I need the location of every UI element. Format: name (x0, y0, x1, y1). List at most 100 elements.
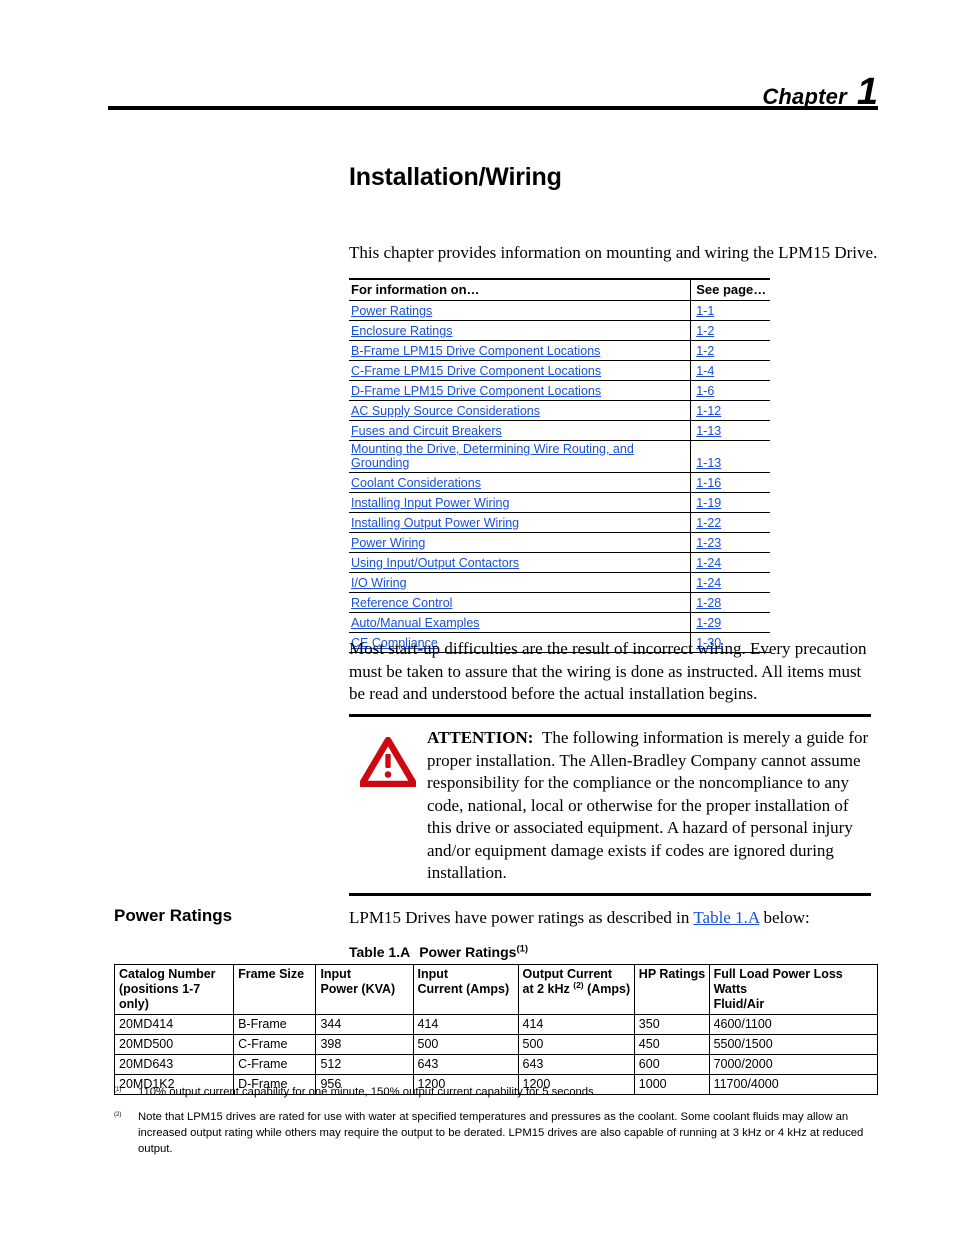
toc-page-cell: 1-6 (690, 380, 770, 401)
header-line-2: (positions 1-7 only) (119, 982, 230, 1012)
toc-topic-link[interactable]: I/O Wiring (351, 576, 407, 590)
power-table-cell: 5500/1500 (708, 1034, 879, 1055)
toc-header-page: See page… (690, 278, 770, 301)
toc-topic-cell: Coolant Considerations (349, 472, 691, 493)
toc-row: D-Frame LPM15 Drive Component Locations 1… (349, 380, 770, 401)
header-line-2-text: Current (Amps) (417, 982, 510, 996)
toc-page-cell: 1-19 (690, 492, 770, 513)
power-table-cell: B-Frame (233, 1014, 317, 1035)
toc-page-link[interactable]: 1-29 (696, 616, 721, 630)
toc-topic-link[interactable]: Power Wiring (351, 536, 425, 550)
table-row: 20MD414 B-Frame 344 414 414 350 4600/1100 (113, 1014, 879, 1035)
toc-topic-cell: Reference Control (349, 592, 691, 613)
table-row: 20MD643 C-Frame 512 643 643 600 7000/2000 (113, 1054, 879, 1075)
table-1a-link[interactable]: Table 1.A (693, 908, 759, 927)
toc-topic-link[interactable]: Mounting the Drive, Determining Wire Rou… (351, 442, 634, 470)
table-caption-title: Power Ratings (419, 944, 517, 960)
power-table-cell: 600 (633, 1054, 710, 1075)
toc-topic-link[interactable]: B-Frame LPM15 Drive Component Locations (351, 344, 600, 358)
power-table-cell: 344 (315, 1014, 414, 1035)
toc-topic-link[interactable]: Fuses and Circuit Breakers (351, 424, 502, 438)
toc-topic-link[interactable]: D-Frame LPM15 Drive Component Locations (351, 384, 601, 398)
power-table-cell: C-Frame (233, 1054, 317, 1075)
toc-topic-link[interactable]: Coolant Considerations (351, 476, 481, 490)
attention-text: ATTENTION: The following information is … (427, 727, 871, 885)
footnote-marker: (2) (114, 1111, 122, 1118)
toc-topic-link[interactable]: Reference Control (351, 596, 452, 610)
power-table-cell: 20MD414 (113, 1014, 235, 1035)
power-ratings-table: Catalog Number (positions 1-7 only) Frame … (113, 964, 879, 1095)
toc-page-link[interactable]: 1-22 (696, 516, 721, 530)
toc-row: Using Input/Output Contactors 1-24 (349, 552, 770, 573)
header-line-2-text: at 2 kHz (522, 982, 574, 996)
toc-page-link[interactable]: 1-23 (696, 536, 721, 550)
toc-topic-cell: C-Frame LPM15 Drive Component Locations (349, 360, 691, 381)
toc-row: I/O Wiring 1-24 (349, 572, 770, 593)
toc-row: Installing Output Power Wiring 1-22 (349, 512, 770, 533)
toc-page-link[interactable]: 1-24 (696, 576, 721, 590)
table-footnotes: (1) 110% output current capability for on… (114, 1084, 880, 1166)
toc-topic-link[interactable]: C-Frame LPM15 Drive Component Locations (351, 364, 601, 378)
toc-topic-cell: Mounting the Drive, Determining Wire Rou… (349, 440, 691, 473)
power-table-header-cell: Input Current (Amps) (412, 964, 519, 1015)
power-table-header-row: Catalog Number (positions 1-7 only) Frame … (113, 964, 879, 1015)
power-table-cell: 512 (315, 1054, 414, 1075)
toc-topic-cell: B-Frame LPM15 Drive Component Locations (349, 340, 691, 361)
toc-page-link[interactable]: 1-19 (696, 496, 721, 510)
toc-topic-link[interactable]: Power Ratings (351, 304, 432, 318)
toc-row: Reference Control 1-28 (349, 592, 770, 613)
toc-row: Mounting the Drive, Determining Wire Rou… (349, 440, 770, 473)
toc-page-link[interactable]: 1-2 (696, 344, 714, 358)
header-line-1: Input (417, 967, 449, 981)
toc-page-cell: 1-12 (690, 400, 770, 421)
toc-topic-cell: I/O Wiring (349, 572, 691, 593)
toc-topic-cell: Installing Input Power Wiring (349, 492, 691, 513)
toc-page-cell: 1-13 (690, 440, 770, 473)
toc-page-link[interactable]: 1-2 (696, 324, 714, 338)
toc-row: B-Frame LPM15 Drive Component Locations 1… (349, 340, 770, 361)
toc-page-link[interactable]: 1-12 (696, 404, 721, 418)
page-title: Installation/Wiring (349, 163, 562, 191)
power-table-cell: 350 (633, 1014, 710, 1035)
footnote-marker: (1) (114, 1086, 122, 1093)
toc-page-link[interactable]: 1-4 (696, 364, 714, 378)
toc-page-link[interactable]: 1-13 (696, 456, 721, 470)
toc-page-cell: 1-16 (690, 472, 770, 493)
toc-topic-link[interactable]: Enclosure Ratings (351, 324, 452, 338)
toc-page-link[interactable]: 1-16 (696, 476, 721, 490)
toc-page-cell: 1-13 (690, 420, 770, 441)
section-intro-prefix: LPM15 Drives have power ratings as descr… (349, 908, 694, 927)
header-line-2: Fluid/Air (714, 997, 874, 1012)
toc-page-link[interactable]: 1-28 (696, 596, 721, 610)
footnote: (1) 110% output current capability for on… (114, 1084, 880, 1100)
toc-row: Fuses and Circuit Breakers 1-13 (349, 420, 770, 441)
toc-topic-link[interactable]: Auto/Manual Examples (351, 616, 480, 630)
toc-topic-link[interactable]: Installing Output Power Wiring (351, 516, 519, 530)
power-table-cell: 4600/1100 (708, 1014, 879, 1035)
toc-topic-link[interactable]: Installing Input Power Wiring (351, 496, 509, 510)
power-table-header-cell: Output Current at 2 kHz (2) (Amps) (517, 964, 635, 1015)
toc-row: Power Ratings 1-1 (349, 300, 770, 321)
toc-page-link[interactable]: 1-6 (696, 384, 714, 398)
table-caption-number: Table 1.A (349, 944, 411, 960)
header-line-1: Catalog Number (119, 967, 216, 981)
chapter-header: Chapter 1 (108, 52, 878, 111)
toc-row: AC Supply Source Considerations 1-12 (349, 400, 770, 421)
toc-page-cell: 1-24 (690, 572, 770, 593)
toc-page-link[interactable]: 1-1 (696, 304, 714, 318)
power-table-header-cell: Catalog Number (positions 1-7 only) (113, 964, 235, 1015)
power-table-header-cell: Input Power (KVA) (315, 964, 414, 1015)
toc-topic-cell: Auto/Manual Examples (349, 612, 691, 633)
toc-page-link[interactable]: 1-13 (696, 424, 721, 438)
intro-paragraph: This chapter provides information on mou… (349, 243, 878, 262)
toc-page-cell: 1-2 (690, 320, 770, 341)
power-table-header-cell: Frame Size (233, 964, 317, 1015)
header-footnote-marker: (2) (573, 979, 584, 990)
toc-page-link[interactable]: 1-24 (696, 556, 721, 570)
toc-topic-cell: Power Ratings (349, 300, 691, 321)
chapter-header-rule (108, 106, 878, 110)
toc-topic-link[interactable]: Using Input/Output Contactors (351, 556, 519, 570)
chapter-contents-table: For information on… See page… Power Rati… (349, 278, 770, 653)
toc-topic-cell: AC Supply Source Considerations (349, 400, 691, 421)
toc-topic-link[interactable]: AC Supply Source Considerations (351, 404, 540, 418)
